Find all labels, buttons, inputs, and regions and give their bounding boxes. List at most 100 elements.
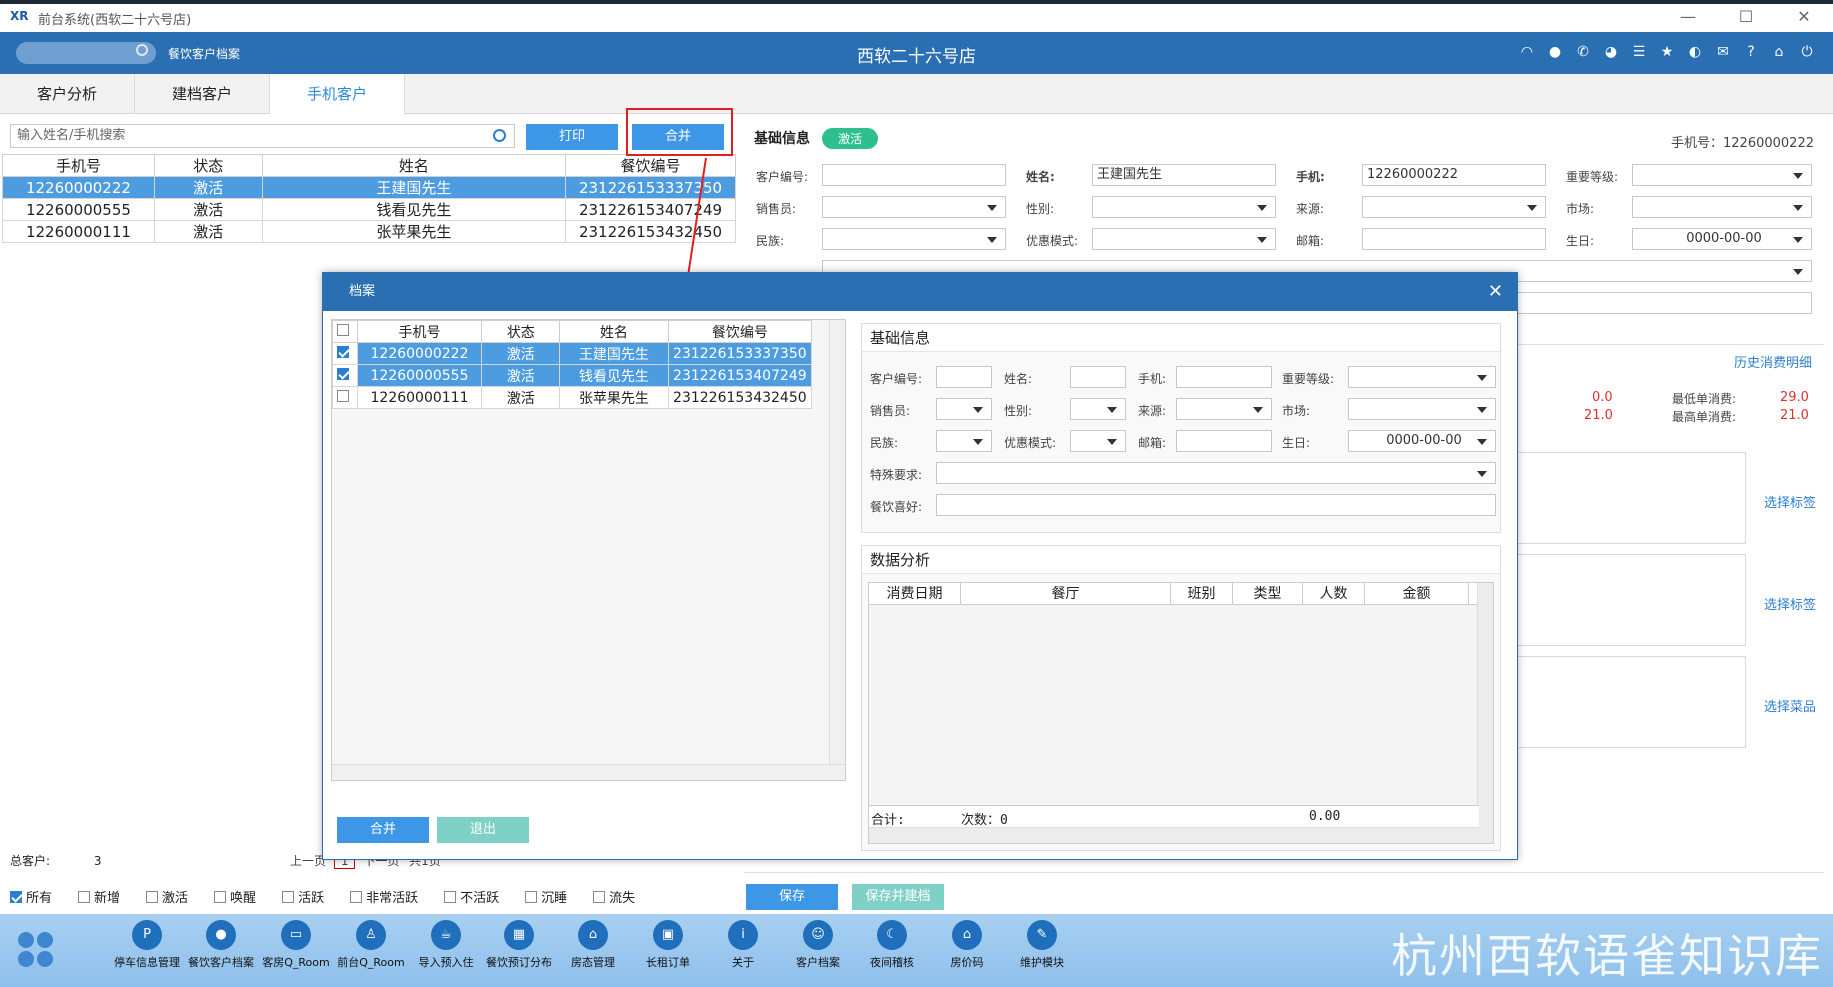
checkbox-icon[interactable] (146, 890, 159, 903)
minimize-button[interactable]: — (1659, 4, 1717, 32)
checkbox-icon[interactable] (10, 890, 22, 903)
row-checkbox-cell[interactable] (332, 386, 358, 409)
prev-page-link[interactable]: 上一页 (290, 854, 326, 868)
dialog-discount-mode-select[interactable] (1070, 430, 1126, 452)
taskbar-dining-customers[interactable]: ● 餐饮客户档案 (183, 920, 259, 970)
dialog-close-icon[interactable]: ✕ (1488, 273, 1503, 311)
taskbar-dining-booking[interactable]: ▦ 餐饮预订分布 (481, 920, 557, 970)
birthday-field[interactable]: 0000-00-00 (1632, 228, 1812, 250)
checkbox-icon[interactable] (336, 323, 349, 336)
filter-very-active[interactable]: 非常活跃 (350, 887, 418, 906)
row-checkbox-cell[interactable] (332, 342, 358, 365)
wifi-icon[interactable]: ◠ (1517, 42, 1537, 62)
dialog-birthday-field[interactable]: 0000-00-00 (1348, 430, 1496, 452)
market-select[interactable] (1632, 196, 1812, 218)
tab-archived-customers[interactable]: 建档客户 (135, 74, 270, 114)
dialog-name-field[interactable] (1070, 366, 1126, 388)
help-icon[interactable]: ? (1741, 42, 1761, 62)
filter-activated[interactable]: 激活 (146, 887, 188, 906)
phone-icon[interactable]: ✆ (1573, 42, 1593, 62)
customer-code-field[interactable] (822, 164, 1006, 186)
save-button[interactable]: 保存 (746, 884, 838, 910)
ethnicity-select[interactable] (822, 228, 1006, 250)
taskbar-customer-profile[interactable]: ☺ 客户档案 (780, 920, 856, 970)
taskbar-room-q[interactable]: ▭ 客房Q_Room (258, 920, 334, 970)
col-phone[interactable]: 手机号 (2, 154, 155, 177)
filter-all[interactable]: 所有 (10, 887, 52, 906)
tab-customer-analysis[interactable]: 客户分析 (0, 74, 135, 114)
filter-awakened[interactable]: 唤醒 (214, 887, 256, 906)
importance-select[interactable] (1632, 164, 1812, 186)
checkbox-icon[interactable] (350, 890, 363, 903)
col-code[interactable]: 餐饮编号 (667, 320, 813, 343)
taskbar-maintenance[interactable]: ✎ 维护模块 (1004, 920, 1080, 970)
save-and-archive-button[interactable]: 保存并建档 (852, 884, 944, 910)
history-consumption-link[interactable]: 历史消费明细 (1734, 352, 1812, 371)
filter-active[interactable]: 活跃 (282, 887, 324, 906)
taskbar-room-status[interactable]: ⌂ 房态管理 (555, 920, 631, 970)
checkbox-icon[interactable] (336, 389, 349, 402)
col-status[interactable]: 状态 (153, 154, 263, 177)
row-checkbox-cell[interactable] (332, 364, 358, 387)
taskbar-long-rent[interactable]: ▣ 长租订单 (630, 920, 706, 970)
checkbox-icon[interactable] (78, 890, 91, 903)
header-search-input[interactable] (16, 42, 156, 64)
col-consume-date[interactable]: 消费日期 (869, 583, 961, 604)
dialog-merge-button[interactable]: 合并 (337, 817, 429, 843)
vertical-scrollbar[interactable] (1477, 583, 1493, 843)
name-field[interactable]: 王建国先生 (1092, 164, 1276, 186)
email-field[interactable] (1362, 228, 1546, 250)
gender-select[interactable] (1092, 196, 1276, 218)
select-all-cell[interactable] (332, 320, 358, 343)
close-button[interactable]: ✕ (1775, 4, 1833, 32)
horizontal-scrollbar[interactable] (332, 764, 845, 780)
taskbar-parking[interactable]: P 停车信息管理 (109, 920, 185, 970)
select-tag-link-1[interactable]: 选择标签 (1764, 492, 1816, 511)
mail-icon[interactable]: ✉ (1713, 42, 1733, 62)
checkbox-icon[interactable] (336, 367, 349, 380)
checkbox-icon[interactable] (525, 890, 538, 903)
table-row[interactable]: 12260000111 激活 张苹果先生 231226153432450 (2, 220, 736, 243)
taskbar-night-audit[interactable]: ☾ 夜间稽核 (854, 920, 930, 970)
taskbar-rate-code[interactable]: ⌂ 房价码 (929, 920, 1005, 970)
checkbox-icon[interactable] (282, 890, 295, 903)
dialog-gender-select[interactable] (1070, 398, 1126, 420)
dialog-mobile-field[interactable] (1176, 366, 1272, 388)
palette-icon[interactable]: ◕ (1601, 42, 1621, 62)
table-row[interactable]: 12260000555 激活 钱看见先生 231226153407249 (332, 364, 813, 387)
source-select[interactable] (1362, 196, 1546, 218)
table-row[interactable]: 12260000222 激活 王建国先生 231226153337350 (2, 176, 736, 199)
discount-mode-select[interactable] (1092, 228, 1276, 250)
col-restaurant[interactable]: 餐厅 (961, 583, 1171, 604)
checkbox-icon[interactable] (336, 345, 349, 358)
col-amount[interactable]: 金额 (1365, 583, 1469, 604)
select-tag-link-2[interactable]: 选择标签 (1764, 594, 1816, 613)
checkbox-icon[interactable] (214, 890, 227, 903)
horizontal-scrollbar[interactable] (869, 827, 1479, 843)
dialog-email-field[interactable] (1176, 430, 1272, 452)
col-code[interactable]: 餐饮编号 (565, 154, 736, 177)
col-status[interactable]: 状态 (481, 320, 561, 343)
salesperson-select[interactable] (822, 196, 1006, 218)
col-phone[interactable]: 手机号 (356, 320, 483, 343)
filter-dormant[interactable]: 沉睡 (525, 887, 567, 906)
dialog-ethnicity-select[interactable] (936, 430, 992, 452)
moon-icon[interactable]: ◐ (1685, 42, 1705, 62)
col-shift[interactable]: 班别 (1171, 583, 1233, 604)
filter-inactive[interactable]: 不活跃 (444, 887, 499, 906)
dialog-importance-select[interactable] (1348, 366, 1496, 388)
dialog-special-request-select[interactable] (936, 462, 1496, 484)
customer-search-input[interactable]: 输入姓名/手机搜索 (10, 124, 515, 148)
start-menu-icon[interactable] (18, 932, 54, 968)
select-dish-link[interactable]: 选择菜品 (1764, 696, 1816, 715)
dialog-salesperson-select[interactable] (936, 398, 992, 420)
taskbar-import-checkin[interactable]: ☕ 导入预入住 (408, 920, 484, 970)
table-row[interactable]: 12260000555 激活 钱看见先生 231226153407249 (2, 198, 736, 221)
checkbox-icon[interactable] (593, 890, 606, 903)
dialog-customer-code-field[interactable] (936, 366, 992, 388)
maximize-button[interactable]: ☐ (1717, 4, 1775, 32)
dialog-source-select[interactable] (1176, 398, 1272, 420)
chat-icon[interactable]: ● (1545, 42, 1565, 62)
col-name[interactable]: 姓名 (261, 154, 567, 177)
taskbar-about[interactable]: i 关于 (705, 920, 781, 970)
